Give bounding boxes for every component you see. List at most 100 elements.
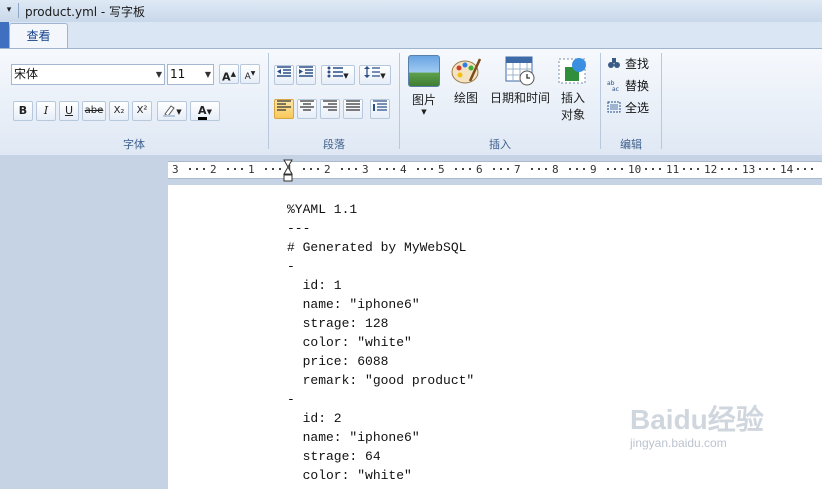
document-line[interactable]: %YAML 1.1: [287, 202, 357, 217]
binoculars-icon: [608, 58, 620, 68]
ruler-tick: [303, 168, 305, 170]
ruler-tick: [493, 168, 495, 170]
document-line[interactable]: id: 2: [287, 411, 342, 426]
insert-datetime-button[interactable]: 日期和时间: [488, 55, 552, 106]
ruler[interactable]: 3211234567891011121314: [168, 161, 822, 179]
edit-group-label: 编辑: [620, 138, 642, 151]
insert-object-icon: [558, 58, 586, 84]
strikethrough-button[interactable]: abe: [82, 101, 106, 121]
highlight-color-button[interactable]: ▼: [157, 101, 187, 121]
ruler-number: 4: [400, 163, 407, 176]
document-line[interactable]: color: "white": [287, 335, 412, 350]
line-spacing-button[interactable]: ▼: [359, 65, 391, 85]
ruler-tick: [393, 168, 395, 170]
align-left-button[interactable]: [274, 99, 294, 119]
indent-marker[interactable]: [283, 158, 293, 184]
insert-picture-button[interactable]: 图片 ▼: [406, 55, 442, 116]
justify-button[interactable]: [343, 99, 363, 119]
insert-object-button[interactable]: 插入 对象: [554, 55, 592, 123]
document-line[interactable]: # Generated by MyWebSQL: [287, 240, 466, 255]
insert-picture-label: 图片: [411, 93, 436, 107]
align-center-button[interactable]: [297, 99, 317, 119]
ruler-tick: [500, 168, 502, 170]
bullet-list-button[interactable]: ▼: [321, 65, 355, 85]
font-color-label: A: [198, 105, 207, 120]
increase-indent-button[interactable]: [296, 65, 316, 85]
ruler-number: 3: [172, 163, 179, 176]
document-line[interactable]: id: 1: [287, 278, 342, 293]
document-line[interactable]: name: "iphone6": [287, 430, 420, 445]
document-line[interactable]: price: 6088: [287, 354, 389, 369]
font-group: 宋体 ▼ 11 ▼ A▲ A▼ B I U abe X₂ X² ▼ A▼ 字体: [0, 49, 268, 154]
paragraph-icon: [373, 100, 387, 111]
ruler-tick: [583, 168, 585, 170]
ruler-tick: [272, 168, 274, 170]
ribbon: 宋体 ▼ 11 ▼ A▲ A▼ B I U abe X₂ X² ▼ A▼ 字体: [0, 48, 822, 156]
ruler-tick: [659, 168, 661, 170]
ruler-tick: [469, 168, 471, 170]
decrease-indent-button[interactable]: [274, 65, 294, 85]
ruler-tick: [759, 168, 761, 170]
font-color-button[interactable]: A▼: [190, 101, 220, 121]
ribbon-tab-row: 查看: [0, 22, 822, 49]
italic-button[interactable]: I: [36, 101, 56, 121]
increase-indent-icon: [299, 66, 313, 77]
subscript-button[interactable]: X₂: [109, 101, 129, 121]
ruler-tick: [424, 168, 426, 170]
ruler-tick: [569, 168, 571, 170]
align-right-icon: [323, 100, 337, 111]
file-menu-tab[interactable]: [0, 22, 9, 48]
quick-access-dropdown-icon[interactable]: ▾: [2, 3, 16, 18]
title-separator: [18, 3, 19, 18]
ruler-tick: [227, 168, 229, 170]
ruler-tick: [310, 168, 312, 170]
bold-button[interactable]: B: [13, 101, 33, 121]
document-line[interactable]: strage: 64: [287, 449, 381, 464]
document-line[interactable]: remark: "good product": [287, 373, 475, 388]
ruler-tick: [614, 168, 616, 170]
calendar-clock-icon: [505, 56, 535, 86]
ruler-tick: [766, 168, 768, 170]
align-right-button[interactable]: [320, 99, 340, 119]
select-all-icon: [607, 101, 621, 113]
justify-icon: [346, 100, 360, 111]
paint-drawing-button[interactable]: 绘图: [448, 55, 484, 106]
title-bar: ▾ product.yml - 写字板: [0, 0, 822, 23]
grow-font-label: A: [222, 70, 231, 84]
shrink-font-button[interactable]: A▼: [240, 64, 260, 84]
document-line[interactable]: strage: 128: [287, 316, 389, 331]
tab-view[interactable]: 查看: [9, 23, 68, 49]
find-button[interactable]: 查找: [607, 55, 649, 72]
ruler-tick: [728, 168, 730, 170]
ruler-tick: [341, 168, 343, 170]
document-line[interactable]: -: [287, 259, 295, 274]
align-left-icon: [277, 100, 291, 111]
ruler-tick: [735, 168, 737, 170]
bullet-list-icon: [327, 66, 344, 78]
ruler-tick: [645, 168, 647, 170]
ruler-tick: [545, 168, 547, 170]
insert-group-label: 插入: [489, 138, 511, 151]
document-line[interactable]: name: "iphone6": [287, 297, 420, 312]
select-all-button[interactable]: 全选: [607, 99, 649, 116]
ruler-tick: [241, 168, 243, 170]
ruler-tick: [317, 168, 319, 170]
paragraph-button[interactable]: [370, 99, 390, 119]
ruler-number: 5: [438, 163, 445, 176]
font-size-select[interactable]: 11 ▼: [167, 64, 214, 85]
ruler-tick: [811, 168, 813, 170]
replace-icon: abac: [607, 80, 619, 91]
grow-font-button[interactable]: A▲: [219, 64, 239, 84]
window-title: product.yml - 写字板: [25, 5, 146, 19]
ruler-number: 14: [780, 163, 794, 176]
underline-button[interactable]: U: [59, 101, 79, 121]
font-name-select[interactable]: 宋体 ▼: [11, 64, 165, 85]
document-line[interactable]: color: "white": [287, 468, 412, 483]
chevron-down-icon: ▼: [204, 70, 211, 79]
replace-button[interactable]: ab ac 替换: [607, 77, 649, 94]
document-line[interactable]: ---: [287, 221, 310, 236]
document-line[interactable]: -: [287, 392, 295, 407]
superscript-button[interactable]: X²: [132, 101, 152, 121]
picture-icon: [408, 55, 440, 87]
insert-object-label-1: 插入: [560, 91, 585, 105]
